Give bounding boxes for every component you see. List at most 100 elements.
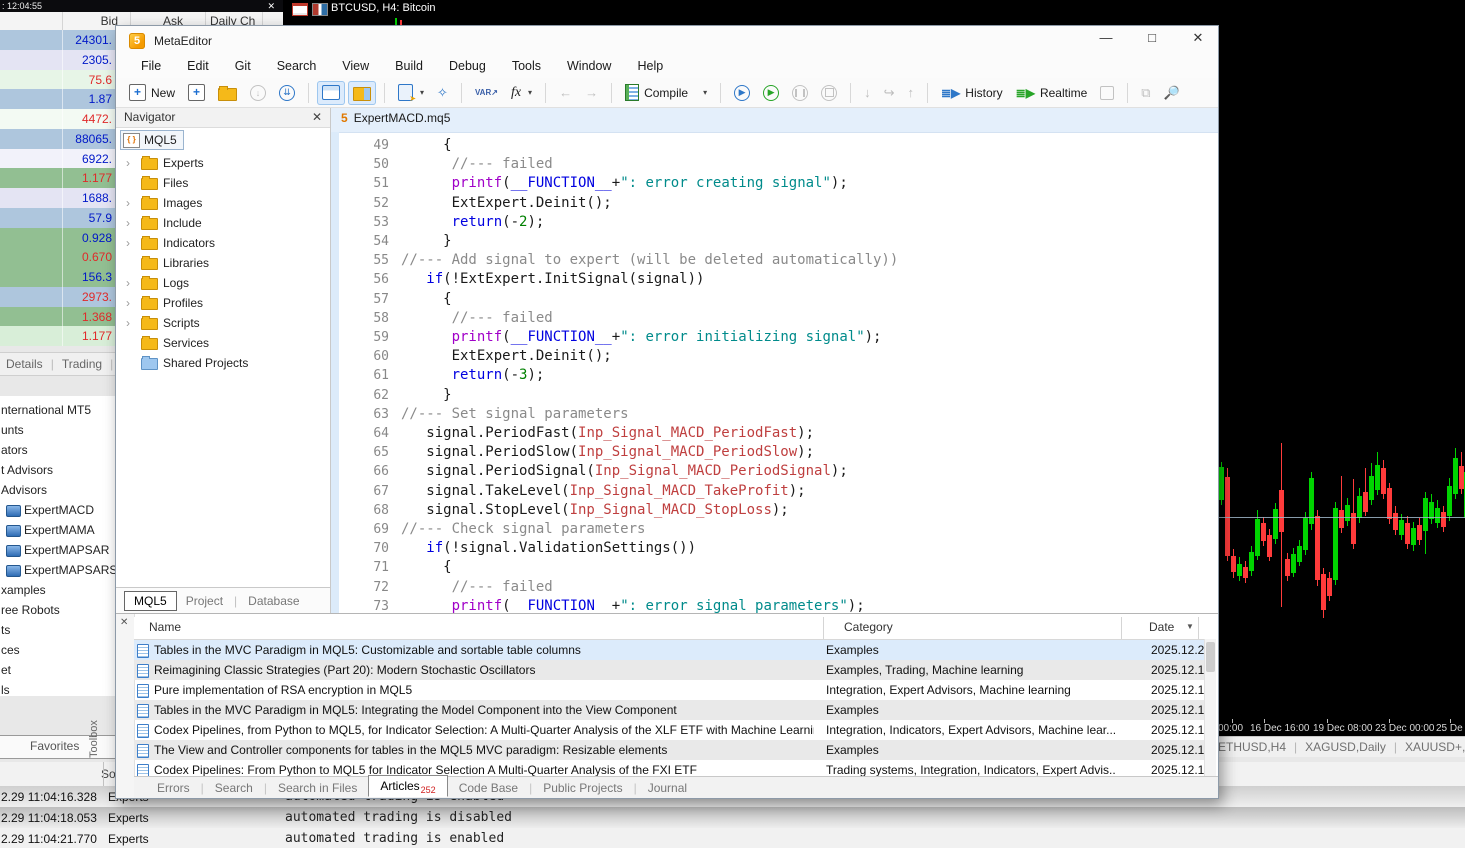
navigator-item-indicators[interactable]: ›Indicators [116,233,331,253]
journal-row[interactable]: 2.29 11:04:18.053Expertsautomated tradin… [0,807,1465,829]
toolbox-tab-public-projects[interactable]: Public Projects [532,780,633,796]
navigator-root-mql5[interactable]: { } MQL5 [120,130,184,150]
navigator-item-logs[interactable]: ›Logs [116,273,331,293]
code-lines[interactable]: 49 {50 //--- failed51 printf(__FUNCTION_… [331,132,1218,613]
realtime-test-button[interactable]: ≣▶ Realtime [1011,81,1093,105]
toggle-navigator-button[interactable] [348,81,376,105]
menu-help[interactable]: Help [624,56,676,78]
compile-button[interactable]: Compile [620,81,693,105]
code-line[interactable]: 71 { [331,558,1218,577]
navigator-tab-mql5[interactable]: MQL5 [124,591,177,611]
code-line[interactable]: 68 signal.StopLevel(Inp_Signal_MACD_Stop… [331,501,1218,520]
navigator-item-scripts[interactable]: ›Scripts [116,313,331,333]
article-row[interactable]: Pure implementation of RSA encryption in… [134,680,1204,700]
code-line[interactable]: 51 printf(__FUNCTION__+": error creating… [331,174,1218,193]
code-line[interactable]: 55//--- Add signal to expert (will be de… [331,251,1218,270]
code-line[interactable]: 56 if(!ExtExpert.InitSignal(signal)) [331,270,1218,289]
code-line[interactable]: 50 //--- failed [331,155,1218,174]
menu-tools[interactable]: Tools [499,56,554,78]
navigator-item-profiles[interactable]: ›Profiles [116,293,331,313]
menu-edit[interactable]: Edit [174,56,222,78]
toolbox-tab-search[interactable]: Search [204,780,264,796]
market-watch-tab-trading[interactable]: Trading [62,357,102,371]
column-category[interactable]: Category [844,620,893,634]
article-row[interactable]: Tables in the MVC Paradigm in MQL5: Inte… [134,700,1204,720]
article-row[interactable]: Codex Pipelines, from Python to MQL5, fo… [134,720,1204,740]
new-button[interactable]: + New [124,81,180,105]
file-tab[interactable]: 5 ExpertMACD.mq5 [341,111,450,125]
code-line[interactable]: 70 if(!signal.ValidationSettings()) [331,539,1218,558]
chevron-right-icon[interactable]: › [126,233,130,253]
code-line[interactable]: 66 signal.PeriodSignal(Inp_Signal_MACD_P… [331,462,1218,481]
code-line[interactable]: 72 //--- failed [331,578,1218,597]
toolbox-tab-articles[interactable]: Articles252 [368,775,447,797]
code-line[interactable]: 59 printf(__FUNCTION__+": error initiali… [331,328,1218,347]
code-line[interactable]: 53 return(-2); [331,213,1218,232]
new-window-button[interactable]: + [183,81,210,105]
chevron-right-icon[interactable]: › [126,153,130,173]
menu-build[interactable]: Build [382,56,436,78]
code-line[interactable]: 54 } [331,232,1218,251]
history-test-button[interactable]: ≣▶ History [936,81,1008,105]
snippets-button[interactable]: ▾ [393,81,429,105]
toolbox-tab-code-base[interactable]: Code Base [448,780,529,796]
code-line[interactable]: 67 signal.TakeLevel(Inp_Signal_MACD_Take… [331,482,1218,501]
sync-button[interactable]: ⇊ [274,81,300,105]
menu-view[interactable]: View [329,56,382,78]
scrollbar-thumb[interactable] [1206,642,1215,672]
close-icon[interactable]: ✕ [267,0,275,12]
menu-window[interactable]: Window [554,56,624,78]
article-row[interactable]: The View and Controller components for t… [134,740,1204,760]
toolbox-tab-search-in-files[interactable]: Search in Files [267,780,368,796]
code-line[interactable]: 63//--- Set signal parameters [331,405,1218,424]
minimize-button[interactable]: — [1096,30,1116,46]
code-line[interactable]: 65 signal.PeriodSlow(Inp_Signal_MACD_Per… [331,443,1218,462]
code-line[interactable]: 69//--- Check signal parameters [331,520,1218,539]
code-line[interactable]: 60 ExtExpert.Deinit(); [331,347,1218,366]
code-line[interactable]: 52 ExtExpert.Deinit(); [331,194,1218,213]
code-line[interactable]: 73 printf(__FUNCTION__+": error signal p… [331,597,1218,613]
close-button[interactable]: ✕ [1188,30,1208,46]
navigator-item-images[interactable]: ›Images [116,193,331,213]
market-watch-tab-details[interactable]: Details [6,357,43,371]
code-editor[interactable]: 5 ExpertMACD.mq5 49 {50 //--- failed51 p… [331,108,1218,613]
chart-tab[interactable]: XAUUSD+,D [1405,737,1465,757]
ai-assistant-button[interactable]: ✧ [432,81,453,105]
toolbox-tab-errors[interactable]: Errors [146,780,201,796]
maximize-button[interactable]: □ [1142,30,1162,46]
chart-tab[interactable]: XAGUSD,Daily [1305,737,1386,757]
navigator-tab-database[interactable]: Database [239,592,308,610]
menu-search[interactable]: Search [264,56,330,78]
article-row[interactable]: Tables in the MVC Paradigm in MQL5: Cust… [134,640,1204,660]
open-button[interactable] [213,81,242,105]
column-date[interactable]: Date [1149,620,1174,634]
functions-button[interactable]: fx▾ [506,81,537,105]
chart-tab[interactable]: ETHUSD,H4 [1218,737,1286,757]
sort-desc-icon[interactable]: ▼ [1186,622,1194,631]
navigator-item-files[interactable]: Files [116,173,331,193]
variables-button[interactable]: VAR↗ [470,81,503,105]
chevron-right-icon[interactable]: › [126,193,130,213]
editor-titlebar[interactable]: 5 MetaEditor — □ ✕ [116,26,1218,56]
navigator-item-experts[interactable]: ›Experts [116,153,331,173]
navigator-item-shared-projects[interactable]: Shared Projects [116,353,331,373]
favorites-tab[interactable]: Favorites [0,735,119,759]
navigator-item-services[interactable]: Services [116,333,331,353]
code-line[interactable]: 61 return(-3); [331,366,1218,385]
navigator-item-libraries[interactable]: Libraries [116,253,331,273]
chevron-right-icon[interactable]: › [126,273,130,293]
navigator-tab-project[interactable]: Project [177,592,232,610]
navigator-item-include[interactable]: ›Include [116,213,331,233]
code-line[interactable]: 64 signal.PeriodFast(Inp_Signal_MACD_Per… [331,424,1218,443]
compile-dropdown[interactable]: ▾ [696,81,712,105]
code-line[interactable]: 58 //--- failed [331,309,1218,328]
code-line[interactable]: 57 { [331,290,1218,309]
menu-debug[interactable]: Debug [436,56,499,78]
menu-file[interactable]: File [128,56,174,78]
start-debug-button[interactable]: ▶ [729,81,755,105]
chevron-right-icon[interactable]: › [126,213,130,233]
code-line[interactable]: 49 { [331,136,1218,155]
menu-git[interactable]: Git [222,56,264,78]
articles-scrollbar[interactable] [1204,639,1216,776]
navigator-close-icon[interactable]: ✕ [312,110,322,124]
